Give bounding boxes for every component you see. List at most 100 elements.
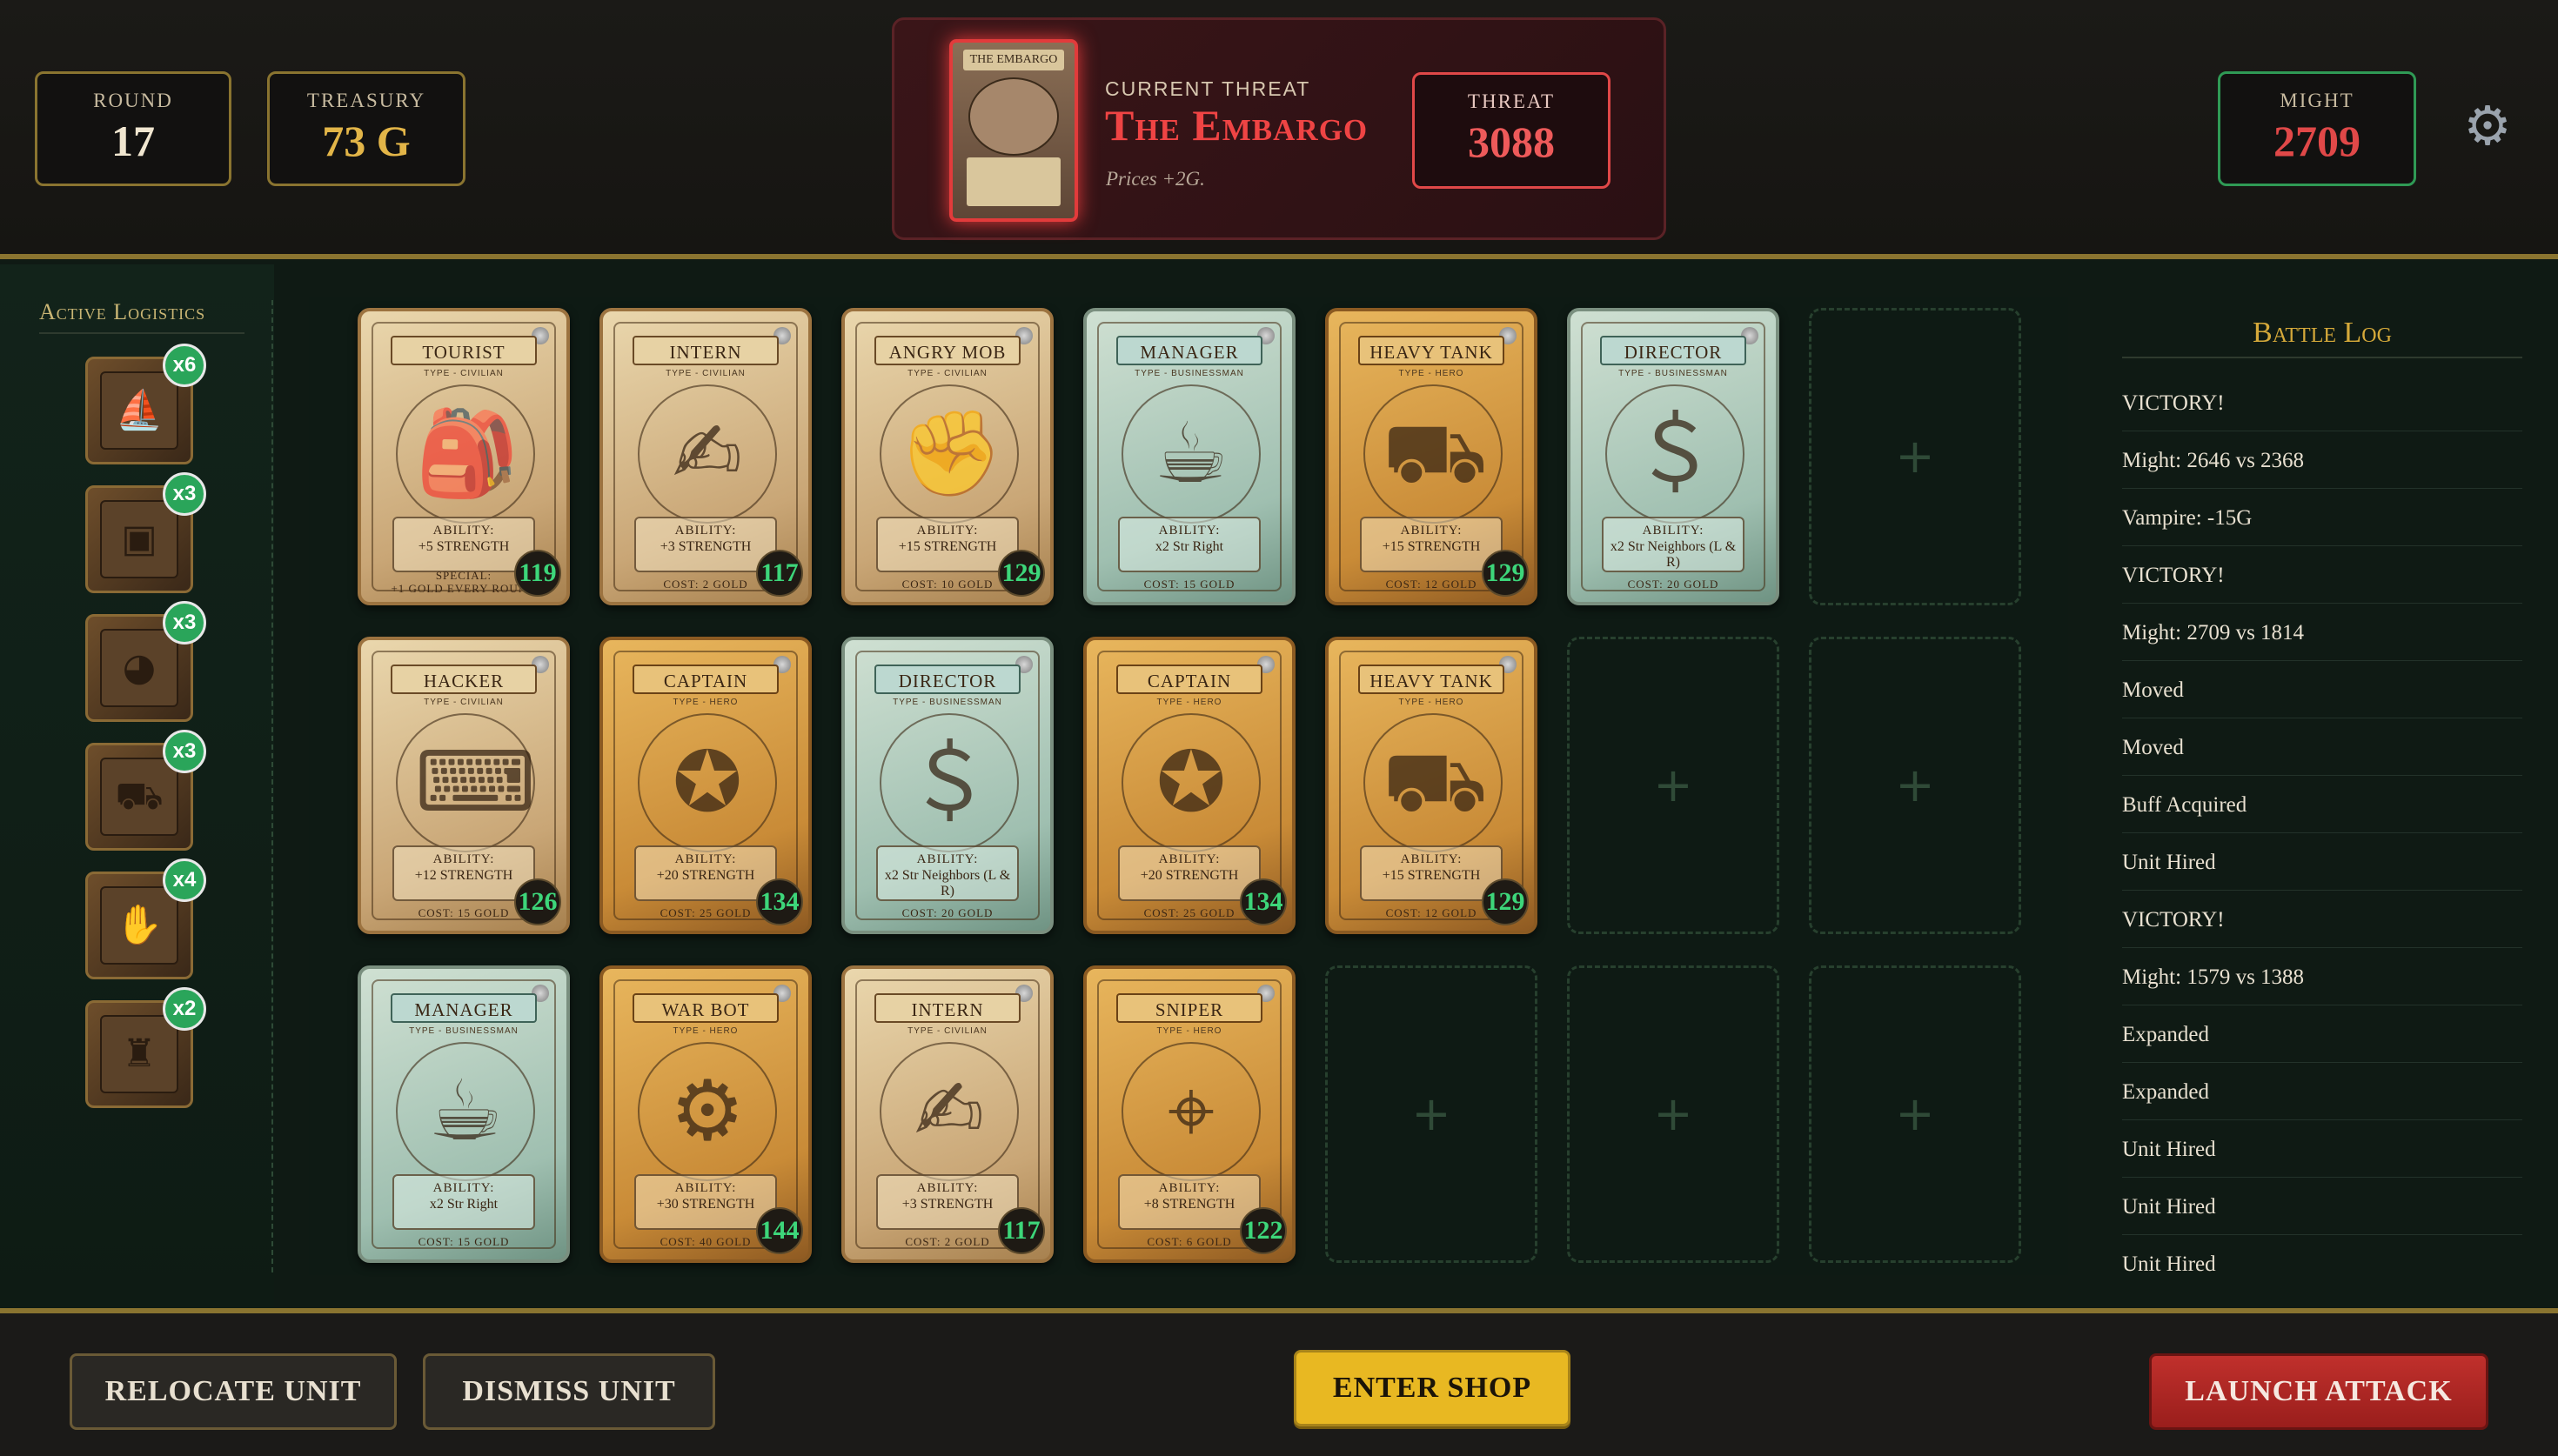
empty-slot[interactable]: + (1567, 965, 1779, 1263)
empty-slot[interactable]: + (1567, 637, 1779, 934)
logistics-title: Active Logistics (39, 299, 244, 334)
card-power: 144 (756, 1207, 803, 1254)
treasury-label: TREASURY (306, 90, 426, 111)
log-entry: Buff Acquired (2122, 779, 2522, 833)
card-ability: ABILITY: x2 Str Right (392, 1174, 535, 1230)
treasury-counter: TREASURY 73 G (267, 71, 465, 186)
bottom-action-bar: RELOCATE UNIT DISMISS UNIT ENTER SHOP LA… (0, 1308, 2558, 1456)
unit-card[interactable]: CAPTAIN TYPE - HERO ✪ ABILITY: +20 STRENGTH C… (1083, 637, 1296, 934)
log-entry: Unit Hired (2122, 1239, 2522, 1275)
unit-card[interactable]: INTERN TYPE - CIVILIAN ✍ ABILITY: +3 STRENGT… (841, 965, 1054, 1263)
unit-card[interactable]: HEAVY TANK TYPE - HERO ⛟ ABILITY: +15 STRENG… (1325, 308, 1537, 605)
unit-card[interactable]: INTERN TYPE - CIVILIAN ✍ ABILITY: +3 STRENGT… (599, 308, 812, 605)
card-power: 119 (514, 550, 561, 597)
relocate-unit-button[interactable]: RELOCATE UNIT (70, 1353, 397, 1430)
logistics-count-badge: x3 (163, 730, 206, 773)
mob-icon: ✊ (899, 404, 1003, 502)
card-power: 117 (998, 1207, 1045, 1254)
empty-slot[interactable]: + (1325, 965, 1537, 1263)
log-entry: Expanded (2122, 1009, 2522, 1063)
card-cost: COST: 15 GOLD (418, 1235, 510, 1248)
empty-slot[interactable]: + (1809, 637, 2021, 934)
card-name: INTERN (633, 336, 779, 365)
threat-description: Prices +2G. (1106, 168, 1205, 190)
ability-label: ABILITY: (432, 852, 495, 866)
log-entry: Moved (2122, 665, 2522, 718)
log-entry: Might: 1579 vs 1388 (2122, 952, 2522, 1005)
unit-card[interactable]: ANGRY MOB TYPE - CIVILIAN ✊ ABILITY: +15 STR… (841, 308, 1054, 605)
card-ability: ABILITY: +3 STRENGTH (634, 517, 777, 572)
logistics-item[interactable]: ⛵ x6 (85, 344, 206, 464)
card-name: DIRECTOR (874, 665, 1021, 694)
hacker-icon: ⌨ (415, 733, 536, 831)
active-logistics-panel: Active Logistics ⛵ x6 ▣ x3 ◕ x3 ⛟ x3 ✋ x4 ♜ x2 (0, 264, 274, 1308)
plus-icon: + (1895, 429, 1935, 484)
logistics-item[interactable]: ✋ x4 (85, 858, 206, 979)
tourist-icon: 🎒 (415, 404, 519, 502)
empty-slot[interactable]: + (1809, 308, 2021, 605)
card-type: TYPE - CIVILIAN (666, 369, 746, 378)
tank-icon: ⛟ (1383, 404, 1488, 502)
captain-icon: ✪ (672, 733, 743, 831)
divider (271, 300, 273, 1272)
enter-shop-button[interactable]: ENTER SHOP (1294, 1350, 1570, 1426)
card-type: TYPE - HERO (1156, 1026, 1222, 1036)
director-icon: ＄ (1633, 404, 1717, 502)
ability-label: ABILITY: (432, 1181, 495, 1195)
ability-text: +15 STRENGTH (898, 539, 997, 554)
unit-card[interactable]: WAR BOT TYPE - HERO ⚙ ABILITY: +30 STRENGTH C… (599, 965, 812, 1263)
unit-card[interactable]: CAPTAIN TYPE - HERO ✪ ABILITY: +20 STRENGTH C… (599, 637, 812, 934)
crate-icon: ▣ (100, 500, 178, 578)
ability-label: ABILITY: (1158, 524, 1221, 538)
ability-label: ABILITY: (1642, 524, 1704, 538)
card-ability: ABILITY: +15 STRENGTH (1360, 845, 1503, 901)
card-type: TYPE - HERO (673, 1026, 739, 1036)
unit-card[interactable]: HACKER TYPE - CIVILIAN ⌨ ABILITY: +12 STRENG… (358, 637, 570, 934)
log-entry: Unit Hired (2122, 1124, 2522, 1178)
card-cost: COST: 15 GOLD (1143, 578, 1235, 591)
statue-icon: ♜ (100, 1015, 178, 1093)
card-name: MANAGER (391, 993, 537, 1023)
logistics-item[interactable]: ◕ x3 (85, 601, 206, 722)
threat-card[interactable]: THE EMBARGO (949, 39, 1078, 222)
handshake-icon: ✋ (100, 886, 178, 965)
ability-label: ABILITY: (1400, 524, 1463, 538)
card-power: 129 (998, 550, 1045, 597)
unit-card[interactable]: DIRECTOR TYPE - BUSINESSMAN ＄ ABILITY: x2 St… (1567, 308, 1779, 605)
threat-value-box: THREAT 3088 (1412, 72, 1610, 189)
battle-log-title: Battle Log (2122, 317, 2522, 358)
card-type: TYPE - BUSINESSMAN (1618, 369, 1728, 378)
card-cost: COST: 20 GOLD (901, 906, 994, 919)
unit-card[interactable]: TOURIST TYPE - CIVILIAN 🎒 ABILITY: +5 STRENG… (358, 308, 570, 605)
treasury-value: 73 G (322, 117, 411, 165)
ability-text: +5 STRENGTH (418, 539, 510, 554)
logistics-item[interactable]: ♜ x2 (85, 987, 206, 1108)
card-name: HACKER (391, 665, 537, 694)
card-name: MANAGER (1116, 336, 1262, 365)
empty-slot[interactable]: + (1809, 965, 2021, 1263)
unit-card[interactable]: SNIPER TYPE - HERO ⌖ ABILITY: +8 STRENGTH COS… (1083, 965, 1296, 1263)
gear-icon[interactable]: ⚙ (2461, 99, 2514, 153)
card-ability: ABILITY: +5 STRENGTH (392, 517, 535, 572)
card-name: WAR BOT (633, 993, 779, 1023)
logistics-count-badge: x2 (163, 987, 206, 1031)
logistics-item[interactable]: ⛟ x3 (85, 730, 206, 851)
card-name: DIRECTOR (1600, 336, 1746, 365)
ability-label: ABILITY: (1400, 852, 1463, 866)
ability-text: x2 Str Right (429, 1197, 499, 1212)
ability-label: ABILITY: (1158, 1181, 1221, 1195)
card-power: 122 (1240, 1207, 1287, 1254)
launch-attack-button[interactable]: LAUNCH ATTACK (2149, 1353, 2488, 1430)
plus-icon: + (1895, 758, 1935, 812)
unit-card[interactable]: MANAGER TYPE - BUSINESSMAN ☕ ABILITY: x2 Str… (1083, 308, 1296, 605)
sniper-icon: ⌖ (1167, 1062, 1215, 1159)
log-entry: Vampire: -15G (2122, 492, 2522, 546)
log-entry: VICTORY! (2122, 377, 2522, 431)
card-name: INTERN (874, 993, 1021, 1023)
unit-card[interactable]: DIRECTOR TYPE - BUSINESSMAN ＄ ABILITY: x2 St… (841, 637, 1054, 934)
unit-card[interactable]: MANAGER TYPE - BUSINESSMAN ☕ ABILITY: x2 Str… (358, 965, 570, 1263)
dismiss-unit-button[interactable]: DISMISS UNIT (423, 1353, 715, 1430)
unit-board: TOURIST TYPE - CIVILIAN 🎒 ABILITY: +5 STRENG… (309, 297, 2068, 1275)
logistics-item[interactable]: ▣ x3 (85, 472, 206, 593)
unit-card[interactable]: HEAVY TANK TYPE - HERO ⛟ ABILITY: +15 STRENG… (1325, 637, 1537, 934)
